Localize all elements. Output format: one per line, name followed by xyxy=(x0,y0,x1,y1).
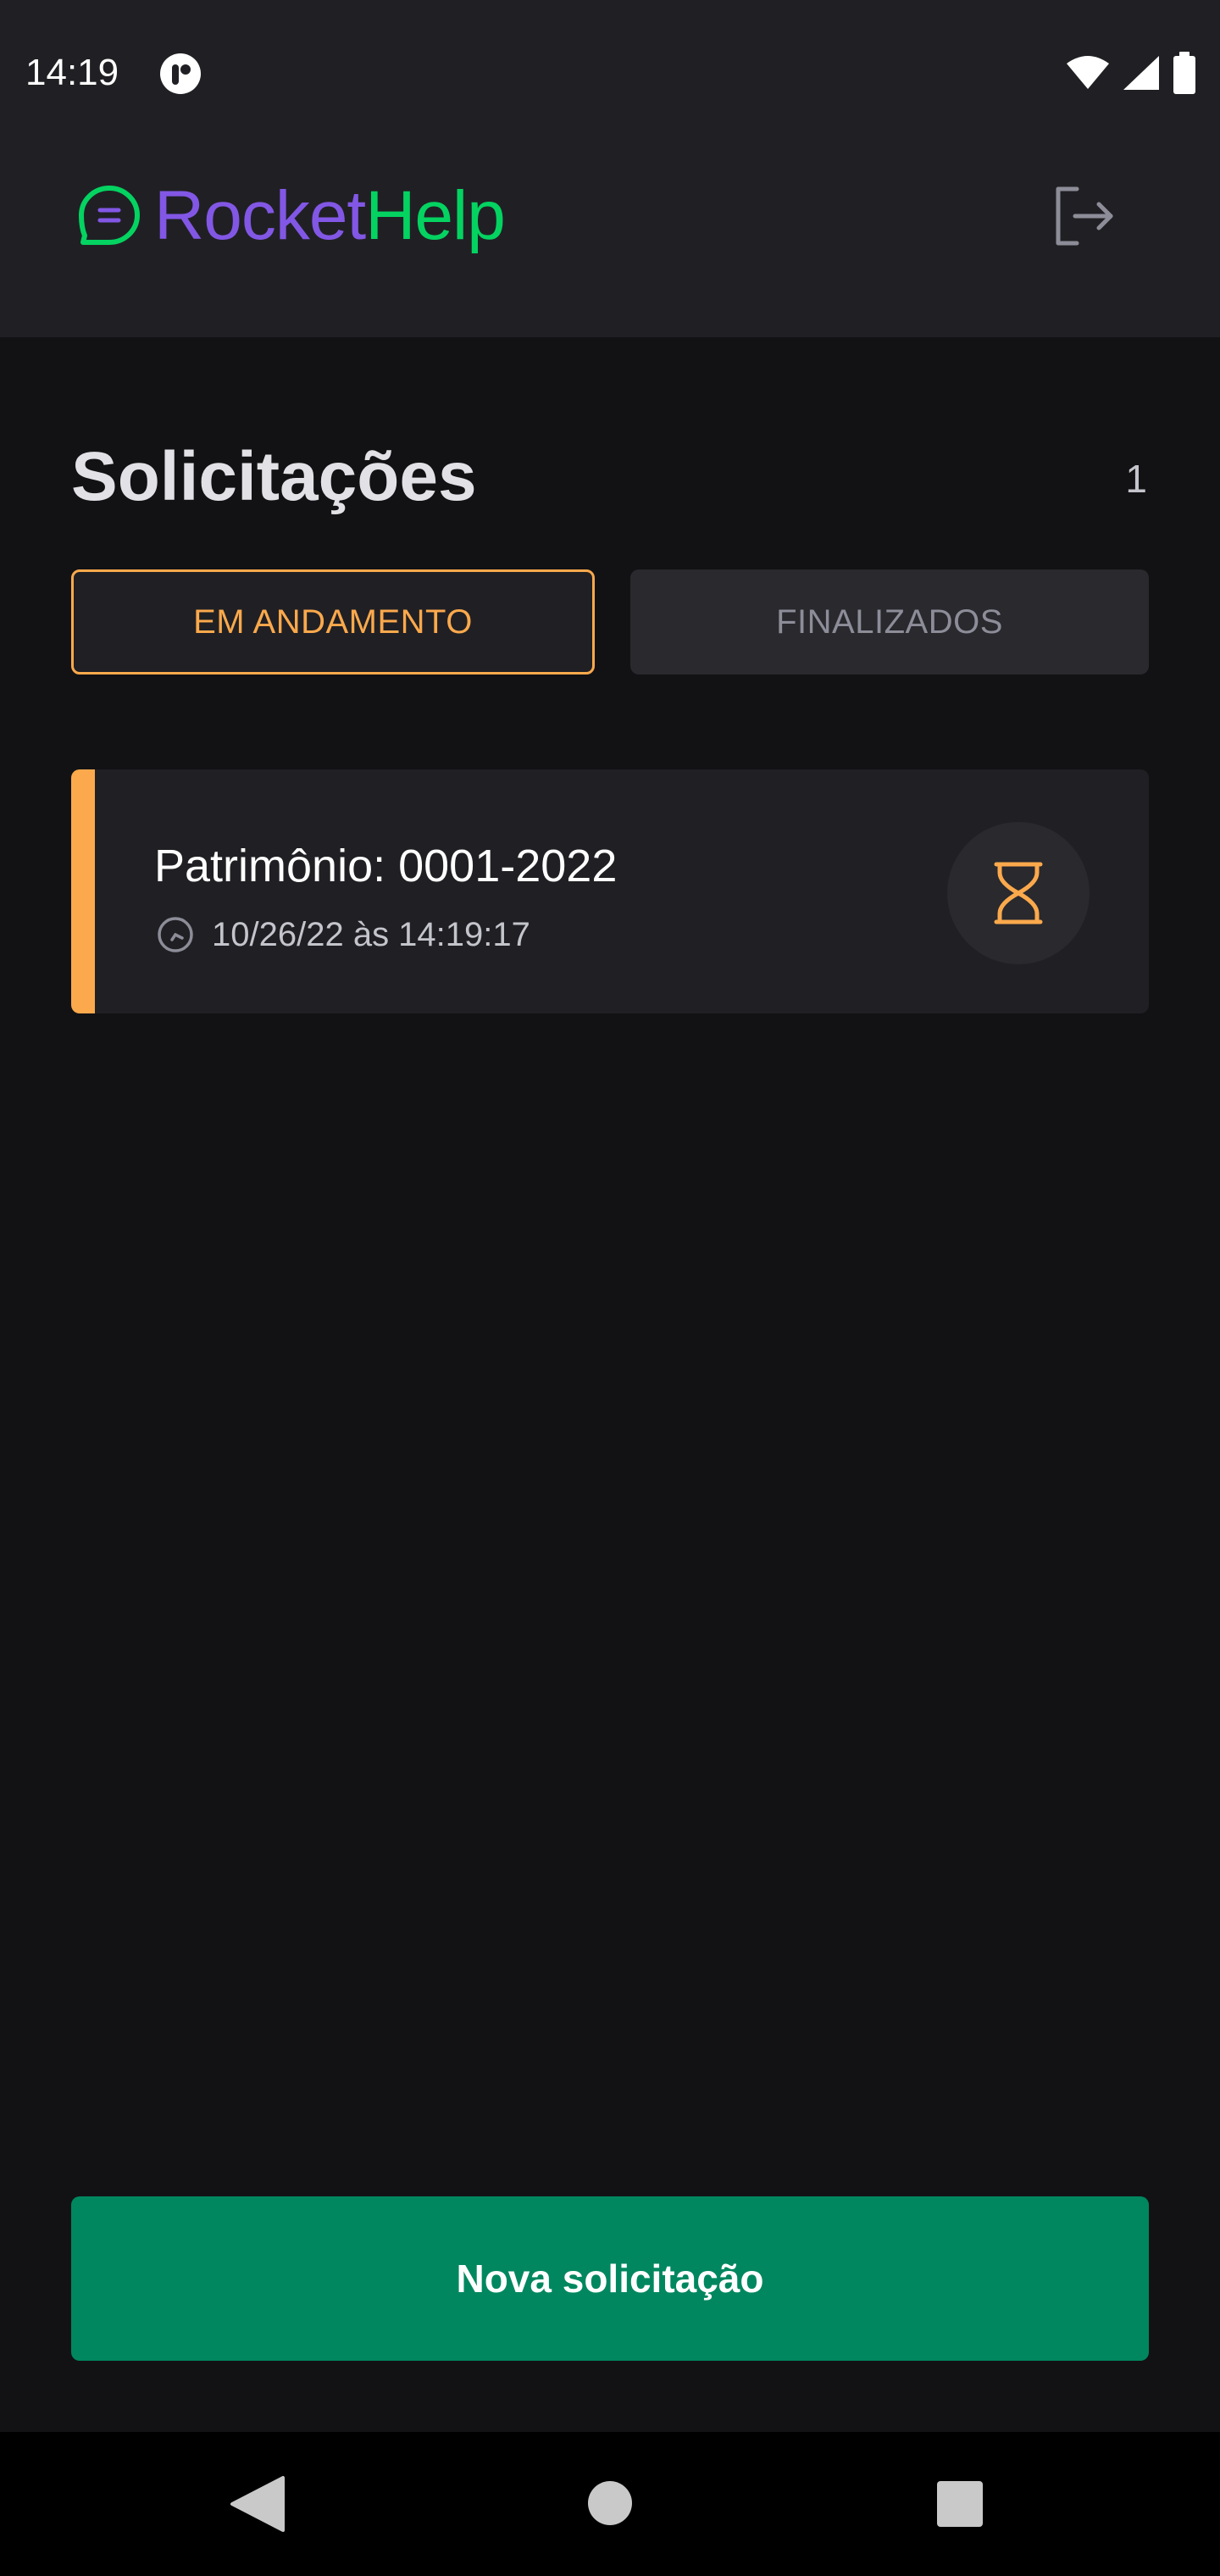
request-meta: 10/26/22 às 14:19:17 xyxy=(156,905,530,964)
request-count: 1 xyxy=(1125,457,1147,501)
back-icon[interactable] xyxy=(229,2476,286,2532)
sign-out-icon xyxy=(1056,186,1113,246)
logo-text-rocket: Rocket xyxy=(154,177,366,254)
app-header: RocketHelp xyxy=(0,136,1220,337)
status-indicator xyxy=(947,822,1090,964)
new-request-button[interactable]: Nova solicitação xyxy=(71,2196,1149,2361)
battery-icon xyxy=(1173,52,1195,94)
cell-signal-icon xyxy=(1123,56,1159,90)
request-date: 10/26/22 às 14:19:17 xyxy=(212,916,530,953)
home-icon[interactable] xyxy=(588,2481,632,2525)
page-title: Solicitações xyxy=(71,438,477,515)
filter-finalizados[interactable]: FINALIZADOS xyxy=(630,569,1149,675)
logout-button[interactable] xyxy=(1037,169,1130,263)
chat-bubble-icon xyxy=(79,186,140,245)
rocket-help-logo: RocketHelp xyxy=(76,169,506,263)
app-notification-icon xyxy=(160,53,201,94)
hourglass-icon xyxy=(994,862,1043,924)
status-accent-bar xyxy=(71,769,95,1013)
status-bar: 14:19 xyxy=(0,0,1220,136)
status-time: 14:19 xyxy=(25,52,119,93)
logo-text-help: Help xyxy=(365,177,506,254)
clock-icon xyxy=(158,917,193,952)
request-title: Patrimônio: 0001-2022 xyxy=(154,841,618,891)
logo-text: RocketHelp xyxy=(154,169,506,263)
request-card[interactable]: Patrimônio: 0001-2022 10/26/22 às 14:19:… xyxy=(71,769,1149,1013)
wifi-icon xyxy=(1067,56,1109,89)
filter-em-andamento[interactable]: EM ANDAMENTO xyxy=(71,569,595,675)
system-nav-bar xyxy=(0,2432,1220,2576)
recents-icon[interactable] xyxy=(937,2481,983,2527)
status-icons xyxy=(1066,51,1196,95)
